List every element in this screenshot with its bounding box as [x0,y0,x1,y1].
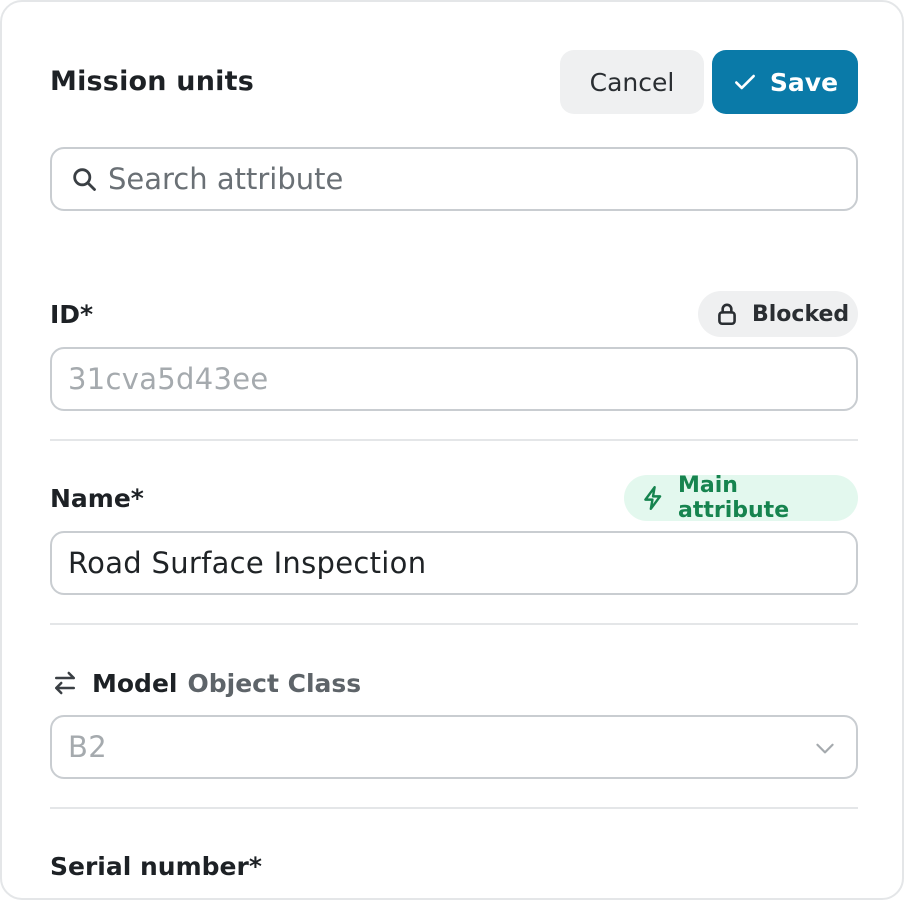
lightning-icon [644,485,662,511]
divider [50,623,858,625]
serial-number-field-label: Serial number* [50,852,262,881]
save-button-label: Save [769,67,839,97]
name-field-label: Name* [50,484,144,513]
model-field-header: Model Object Class [50,666,361,700]
search-input[interactable] [108,162,808,196]
model-object-class-label: Object Class [187,668,362,698]
lock-icon [718,303,736,326]
save-button[interactable]: Save [712,50,858,114]
blocked-badge: Blocked [698,291,858,337]
swap-arrows-icon [55,671,75,695]
divider [50,807,858,809]
mission-units-panel: Mission units Cancel Save ID* Blocked 31… [0,0,904,900]
search-box[interactable] [50,147,858,211]
id-field: 31cva5d43ee [50,347,858,411]
name-field[interactable]: Road Surface Inspection [50,531,858,595]
model-select-value: B2 [68,730,107,764]
model-field-label: Model [92,668,178,698]
main-attribute-badge: Main attribute [624,473,858,523]
search-icon [73,168,96,191]
panel-header: Mission units Cancel Save [50,50,858,114]
blocked-badge-label: Blocked [752,301,850,327]
cancel-button[interactable]: Cancel [560,50,704,114]
divider [50,439,858,441]
main-attribute-label: Main attribute [678,473,790,523]
model-select: B2 [50,715,858,779]
check-icon [734,74,755,90]
page-title: Mission units [50,66,254,97]
chevron-down-icon [816,743,834,754]
id-field-label: ID* [50,300,94,329]
